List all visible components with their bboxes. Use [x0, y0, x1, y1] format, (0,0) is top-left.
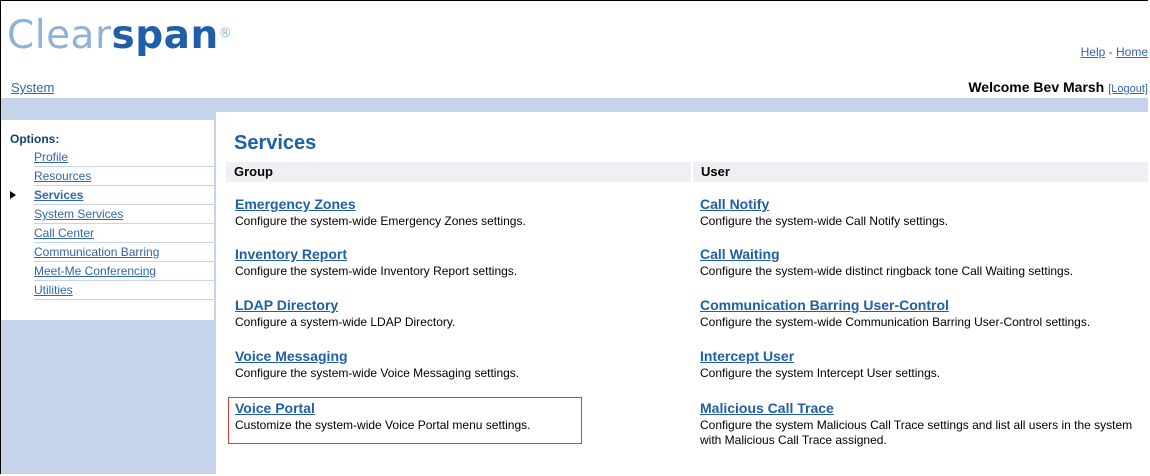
- service-item-call-notify: Call Notify Configure the system-wide Ca…: [700, 196, 948, 229]
- service-link-intercept-user[interactable]: Intercept User: [700, 348, 940, 364]
- service-description: Configure the system-wide distinct ringb…: [700, 264, 1074, 278]
- top-links: Help - Home: [1081, 45, 1148, 59]
- service-item-inventory-report: Inventory Report Configure the system-wi…: [235, 246, 517, 279]
- logo-registered-mark: ®: [218, 26, 233, 41]
- group-column-header: Group: [226, 162, 691, 182]
- sidebar-item-communication-barring[interactable]: Communication Barring: [34, 243, 214, 262]
- service-description: Configure the system-wide Emergency Zone…: [235, 214, 526, 228]
- service-link-ldap-directory[interactable]: LDAP Directory: [235, 297, 455, 313]
- service-description: Configure the system Intercept User sett…: [700, 366, 941, 380]
- sidebar-item-services[interactable]: Services: [10, 186, 214, 205]
- logo-text-light: Clear: [7, 13, 112, 58]
- help-link[interactable]: Help: [1081, 45, 1106, 59]
- service-item-intercept-user: Intercept User Configure the system Inte…: [700, 348, 940, 381]
- options-title: Options:: [10, 132, 60, 146]
- page-title: Services: [234, 132, 317, 154]
- sidebar-item-system-services[interactable]: System Services: [34, 205, 214, 224]
- service-description: Configure the system-wide Communication …: [700, 315, 1091, 329]
- service-item-voice-messaging: Voice Messaging Configure the system-wid…: [235, 348, 519, 381]
- sidebar-item-resources[interactable]: Resources: [34, 167, 214, 186]
- sidebar-item-profile[interactable]: Profile: [34, 148, 214, 167]
- service-link-inventory-report[interactable]: Inventory Report: [235, 246, 517, 262]
- service-description: Configure a system-wide LDAP Directory.: [235, 315, 456, 329]
- page-frame: Clearspan® Help - Home System Welcome Be…: [0, 0, 1148, 474]
- welcome-bar: Welcome Bev Marsh [Logout]: [968, 79, 1148, 95]
- service-item-malicious-call-trace: Malicious Call Trace Configure the syste…: [700, 400, 1148, 448]
- service-link-call-notify[interactable]: Call Notify: [700, 196, 948, 212]
- sidebar-item-meet-me-conferencing[interactable]: Meet-Me Conferencing: [34, 262, 214, 281]
- welcome-text: Welcome Bev Marsh: [968, 79, 1105, 95]
- service-description: Configure the system-wide Voice Messagin…: [235, 366, 520, 380]
- user-column-header: User: [693, 162, 1148, 182]
- home-link[interactable]: Home: [1116, 45, 1148, 59]
- current-page-pointer-icon: [10, 191, 16, 199]
- sidebar-item-call-center[interactable]: Call Center: [34, 224, 214, 243]
- options-panel: Options: Profile Resources Services Syst…: [1, 120, 214, 320]
- service-link-voice-messaging[interactable]: Voice Messaging: [235, 348, 519, 364]
- options-list: Profile Resources Services System Servic…: [10, 148, 214, 300]
- logout-link[interactable]: [Logout]: [1108, 83, 1148, 95]
- sidebar: Options: Profile Resources Services Syst…: [1, 112, 216, 474]
- service-item-ldap-directory: LDAP Directory Configure a system-wide L…: [235, 297, 455, 330]
- service-link-malicious-call-trace[interactable]: Malicious Call Trace: [700, 400, 1148, 416]
- sidebar-item-label: Services: [34, 188, 84, 202]
- clearspan-logo: Clearspan®: [7, 13, 232, 59]
- sidebar-item-utilities[interactable]: Utilities: [34, 281, 214, 300]
- service-item-communication-barring-user-control: Communication Barring User-Control Confi…: [700, 297, 1090, 330]
- link-separator: -: [1105, 45, 1116, 59]
- service-description: Configure the system-wide Call Notify se…: [700, 214, 949, 228]
- voice-portal-highlight-box: [228, 397, 582, 444]
- service-description: Configure the system Malicious Call Trac…: [700, 418, 1133, 447]
- service-link-communication-barring-user-control[interactable]: Communication Barring User-Control: [700, 297, 1090, 313]
- service-link-emergency-zones[interactable]: Emergency Zones: [235, 196, 526, 212]
- header-divider-bar: [1, 98, 1148, 112]
- main-content: Services Group User Emergency Zones Conf…: [226, 112, 1148, 474]
- breadcrumb-system[interactable]: System: [11, 80, 54, 95]
- logo-text-dark: span: [111, 13, 219, 58]
- service-link-call-waiting[interactable]: Call Waiting: [700, 246, 1073, 262]
- service-description: Configure the system-wide Inventory Repo…: [235, 264, 518, 278]
- service-item-call-waiting: Call Waiting Configure the system-wide d…: [700, 246, 1073, 279]
- service-item-emergency-zones: Emergency Zones Configure the system-wid…: [235, 196, 526, 229]
